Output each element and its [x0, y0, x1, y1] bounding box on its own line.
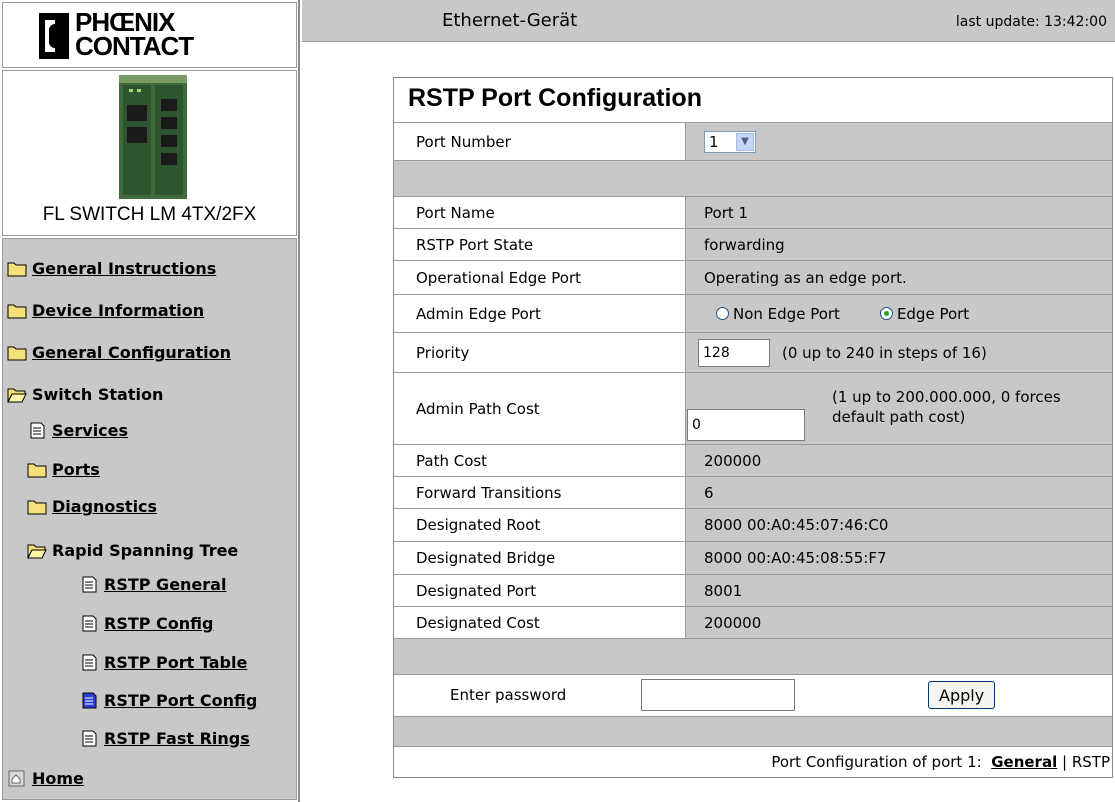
designated-root-value: 8000 00:A0:45:07:46:C0 — [686, 509, 1112, 541]
password-label: Enter password — [450, 686, 567, 704]
spacer-row — [394, 160, 1112, 196]
navigation-menu: General Instructions Device Information … — [2, 238, 297, 800]
password-row: Enter password Apply — [394, 674, 1112, 716]
nav-general-instructions[interactable]: General Instructions — [7, 259, 216, 278]
header-title: Ethernet-Gerät — [442, 10, 578, 31]
page-icon — [82, 654, 97, 671]
designated-bridge-value: 8000 00:A0:45:08:55:F7 — [686, 542, 1112, 574]
company-logo: PHŒNIX CONTACT — [2, 2, 297, 68]
nav-rstp-port-table[interactable]: RSTP Port Table — [79, 653, 247, 672]
page-title: RSTP Port Configuration — [408, 84, 702, 112]
forward-transitions-value: 6 — [686, 477, 1112, 508]
device-panel: FL SWITCH LM 4TX/2FX — [2, 70, 297, 236]
footer-prefix: Port Configuration of port 1: — [771, 753, 982, 771]
page-icon — [82, 576, 97, 593]
nav-rstp-port-config[interactable]: RSTP Port Config — [79, 691, 257, 710]
admin-path-cost-row: Admin Path Cost (1 up to 200.000.000, 0 … — [394, 372, 1112, 444]
priority-input[interactable] — [698, 338, 770, 367]
nav-rstp-general[interactable]: RSTP General — [79, 575, 226, 594]
port-number-row: Port Number 1 ▼ — [394, 122, 1112, 160]
designated-bridge-row: Designated Bridge 8000 00:A0:45:08:55:F7 — [394, 541, 1112, 574]
footer-row: Port Configuration of port 1: General | … — [394, 746, 1112, 777]
nav-ports[interactable]: Ports — [27, 460, 100, 479]
port-name-row: Port Name Port 1 — [394, 196, 1112, 228]
nav-switch-station[interactable]: Switch Station — [7, 385, 163, 404]
path-cost-value: 200000 — [686, 445, 1112, 476]
phoenix-logo-icon — [39, 13, 69, 59]
admin-edge-port-row: Admin Edge Port Non Edge Port Edge Port — [394, 294, 1112, 332]
designated-cost-row: Designated Cost 200000 — [394, 606, 1112, 638]
priority-row: Priority (0 up to 240 in steps of 16) — [394, 332, 1112, 372]
apply-button[interactable]: Apply — [928, 681, 996, 709]
nav-device-information[interactable]: Device Information — [7, 301, 204, 320]
nav-general-configuration[interactable]: General Configuration — [7, 343, 231, 362]
radio-unchecked-icon — [716, 307, 729, 320]
folder-icon — [27, 463, 47, 478]
folder-open-icon — [7, 388, 27, 403]
folder-icon — [7, 346, 27, 361]
spacer-row — [394, 638, 1112, 674]
folder-icon — [7, 262, 27, 277]
operational-edge-port-row: Operational Edge Port Operating as an ed… — [394, 260, 1112, 294]
link-separator: | — [1062, 753, 1068, 771]
designated-cost-value: 200000 — [686, 607, 1112, 638]
designated-port-row: Designated Port 8001 — [394, 574, 1112, 606]
rstp-port-config-panel: RSTP Port Configuration Port Number 1 ▼ … — [393, 77, 1113, 778]
admin-path-cost-hint: (1 up to 200.000.000, 0 forces default p… — [832, 388, 1061, 426]
top-header: Ethernet-Gerät last update: 13:42:00 — [302, 0, 1115, 42]
admin-path-cost-input[interactable] — [687, 409, 805, 441]
port-name-value: Port 1 — [686, 197, 1112, 228]
rstp-port-state-row: RSTP Port State forwarding — [394, 228, 1112, 260]
designated-root-row: Designated Root 8000 00:A0:45:07:46:C0 — [394, 508, 1112, 541]
switch-device-image — [119, 75, 187, 199]
radio-checked-icon — [879, 307, 893, 320]
left-navigation-frame: PHŒNIX CONTACT FL SWITCH LM 4TX/2FX Gene… — [0, 0, 300, 802]
folder-open-icon — [27, 544, 47, 559]
chevron-down-icon: ▼ — [736, 132, 754, 151]
spacer-row — [394, 716, 1112, 746]
nav-diagnostics[interactable]: Diagnostics — [27, 497, 157, 516]
logo-line-2: CONTACT — [75, 31, 194, 61]
page-icon — [82, 730, 97, 747]
general-link[interactable]: General — [991, 753, 1057, 771]
priority-hint: (0 up to 240 in steps of 16) — [782, 343, 987, 362]
nav-services[interactable]: Services — [27, 421, 128, 440]
nav-rstp-config[interactable]: RSTP Config — [79, 614, 214, 633]
operational-edge-port-value: Operating as an edge port. — [686, 261, 1112, 294]
device-name: FL SWITCH LM 4TX/2FX — [42, 204, 257, 225]
edge-port-radio[interactable]: Edge Port — [879, 305, 969, 323]
nav-rapid-spanning-tree[interactable]: Rapid Spanning Tree — [27, 541, 238, 560]
page-icon-active — [82, 692, 97, 709]
folder-icon — [27, 500, 47, 515]
password-input[interactable] — [641, 679, 795, 711]
nav-rstp-fast-rings[interactable]: RSTP Fast Rings — [79, 729, 250, 748]
folder-icon — [7, 304, 27, 319]
page-icon — [82, 615, 97, 632]
rstp-port-state-value: forwarding — [686, 229, 1112, 260]
port-number-label: Port Number — [394, 123, 686, 160]
last-update-time: last update: 13:42:00 — [955, 14, 1107, 30]
home-icon — [8, 770, 25, 787]
page-icon — [30, 422, 45, 439]
nav-home[interactable]: Home — [7, 769, 84, 788]
non-edge-port-radio[interactable]: Non Edge Port — [716, 305, 840, 323]
designated-port-value: 8001 — [686, 575, 1112, 606]
path-cost-row: Path Cost 200000 — [394, 444, 1112, 476]
forward-transitions-row: Forward Transitions 6 — [394, 476, 1112, 508]
port-number-select[interactable]: 1 ▼ — [704, 130, 756, 153]
rstp-link[interactable]: RSTP — [1072, 753, 1110, 771]
